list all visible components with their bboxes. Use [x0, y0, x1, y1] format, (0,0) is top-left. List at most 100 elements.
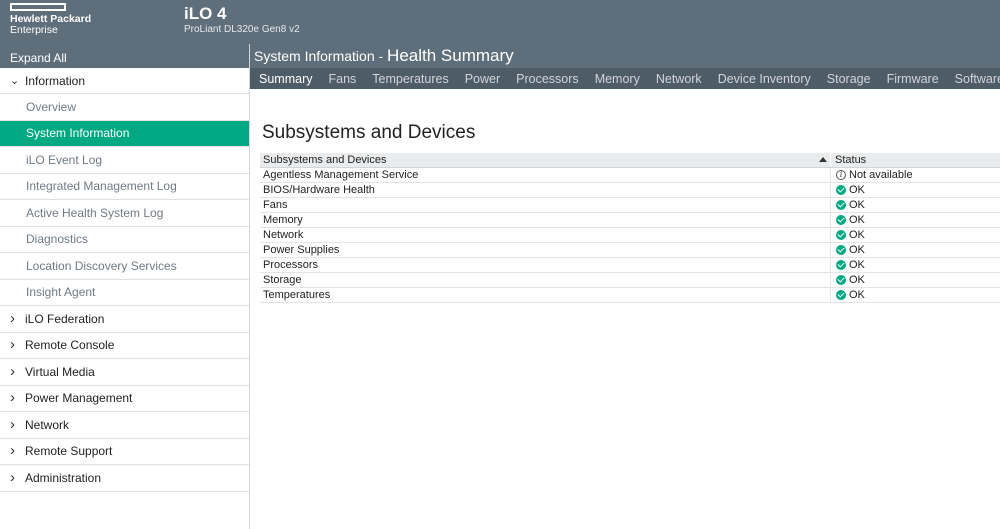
tab-storage[interactable]: Storage: [819, 72, 879, 86]
sidebar-item-integrated-management-log[interactable]: Integrated Management Log: [0, 174, 249, 200]
sidebar-nav: Expand All ⌄ Information Overview System In…: [0, 44, 250, 529]
page-title-main: Health Summary: [387, 46, 514, 65]
ok-check-icon: [836, 215, 846, 225]
status-text: OK: [849, 259, 865, 271]
sidebar-item-overview[interactable]: Overview: [0, 94, 249, 121]
tab-memory[interactable]: Memory: [587, 72, 648, 86]
status-cell: OK: [831, 258, 1000, 272]
sidebar-item-label: Virtual Media: [25, 364, 95, 379]
sidebar-item-remote-support[interactable]: › Remote Support: [0, 439, 249, 465]
hpe-logo[interactable]: Hewlett Packard Enterprise: [10, 3, 91, 36]
expand-all-link[interactable]: Expand All: [0, 44, 249, 68]
table-row: Temperatures OK: [260, 288, 1000, 303]
chevron-right-icon: ›: [10, 442, 15, 460]
status-text: OK: [849, 289, 865, 301]
sidebar-item-power-management[interactable]: › Power Management: [0, 386, 249, 412]
sidebar-item-network[interactable]: › Network: [0, 412, 249, 439]
sidebar-item-virtual-media[interactable]: › Virtual Media: [0, 359, 249, 386]
table-row: BIOS/Hardware Health OK: [260, 183, 1000, 198]
chevron-right-icon: ›: [10, 362, 15, 380]
subsystem-name: Power Supplies: [260, 243, 831, 257]
status-cell: OK: [831, 273, 1000, 287]
hpe-logo-mark: [10, 3, 66, 11]
info-icon: i: [836, 170, 846, 180]
table-row: Memory OK: [260, 213, 1000, 228]
column-header-subsystem[interactable]: Subsystems and Devices: [260, 153, 831, 167]
ok-check-icon: [836, 245, 846, 255]
status-text: OK: [849, 274, 865, 286]
status-cell: OK: [831, 288, 1000, 302]
status-text: OK: [849, 244, 865, 256]
sidebar-item-label: System Information: [26, 126, 130, 141]
status-text: Not available: [849, 169, 913, 181]
sidebar-item-label: Network: [25, 417, 70, 432]
sidebar-item-label: iLO Federation: [25, 311, 105, 326]
status-text: OK: [849, 229, 865, 241]
sidebar-item-label: Power Management: [25, 391, 133, 406]
ok-check-icon: [836, 290, 846, 300]
status-cell: OK: [831, 228, 1000, 242]
table-header: Subsystems and Devices Status: [260, 153, 1000, 168]
table-body: Agentless Management Service i Not availab…: [260, 168, 1000, 303]
nav-list: ⌄ Information Overview System Information iL…: [0, 68, 249, 492]
status-cell: OK: [831, 213, 1000, 227]
tab-software[interactable]: Software: [947, 72, 1000, 86]
chevron-right-icon: ›: [10, 389, 15, 407]
tab-firmware[interactable]: Firmware: [879, 72, 947, 86]
subsystem-name: BIOS/Hardware Health: [260, 183, 831, 197]
tab-power[interactable]: Power: [457, 72, 508, 86]
subsystem-name: Memory: [260, 213, 831, 227]
subsystem-name: Processors: [260, 258, 831, 272]
subsystem-name: Fans: [260, 198, 831, 212]
status-cell: i Not available: [831, 168, 1000, 182]
sidebar-item-active-health-system-log[interactable]: Active Health System Log: [0, 200, 249, 227]
subsystem-name: Temperatures: [260, 288, 831, 302]
status-text: OK: [849, 199, 865, 211]
tab-network[interactable]: Network: [648, 72, 710, 86]
chevron-right-icon: ›: [10, 309, 15, 327]
sort-ascending-icon[interactable]: [819, 157, 827, 162]
ok-check-icon: [836, 230, 846, 240]
subsystem-name: Network: [260, 228, 831, 242]
sidebar-item-information[interactable]: ⌄ Information: [0, 68, 249, 94]
tab-fans[interactable]: Fans: [320, 72, 364, 86]
status-text: OK: [849, 184, 865, 196]
chevron-right-icon: ›: [10, 336, 15, 354]
product-info: iLO 4 ProLiant DL320e Gen8 v2: [184, 4, 300, 36]
chevron-right-icon: ›: [10, 468, 15, 486]
table-row: Processors OK: [260, 258, 1000, 273]
section-heading: Subsystems and Devices: [262, 122, 476, 143]
tab-device-inventory[interactable]: Device Inventory: [710, 72, 819, 86]
brand-line2: Enterprise: [10, 24, 58, 36]
ok-check-icon: [836, 260, 846, 270]
tab-bar: Summary Fans Temperatures Power Processors Me…: [250, 68, 1000, 89]
sidebar-item-remote-console[interactable]: › Remote Console: [0, 333, 249, 359]
sidebar-item-label: Remote Console: [25, 338, 115, 353]
sidebar-item-ilo-federation[interactable]: › iLO Federation: [0, 306, 249, 333]
sidebar-item-ilo-event-log[interactable]: iLO Event Log: [0, 147, 249, 174]
sidebar-item-administration[interactable]: › Administration: [0, 465, 249, 492]
sidebar-item-location-discovery-services[interactable]: Location Discovery Services: [0, 253, 249, 280]
table-row: Fans OK: [260, 198, 1000, 213]
server-model: ProLiant DL320e Gen8 v2: [184, 24, 300, 35]
tab-temperatures[interactable]: Temperatures: [364, 72, 456, 86]
health-summary-table: Subsystems and Devices Status Agentless …: [260, 153, 1000, 303]
chevron-right-icon: ›: [10, 415, 15, 433]
sidebar-item-label: Overview: [26, 99, 77, 114]
sidebar-item-label: Integrated Management Log: [26, 179, 177, 194]
table-row: Storage OK: [260, 273, 1000, 288]
tab-summary[interactable]: Summary: [250, 72, 320, 86]
status-text: OK: [849, 214, 865, 226]
table-row: Power Supplies OK: [260, 243, 1000, 258]
column-header-status[interactable]: Status: [831, 153, 1000, 167]
column-header-subsystem-label: Subsystems and Devices: [263, 154, 387, 166]
sidebar-item-system-information[interactable]: System Information: [0, 120, 249, 147]
table-row: Agentless Management Service i Not availab…: [260, 168, 1000, 183]
sidebar-item-label: Remote Support: [25, 444, 113, 459]
sidebar-item-label: Insight Agent: [26, 285, 96, 300]
app-header: Hewlett Packard Enterprise iLO 4 ProLian…: [0, 0, 1000, 44]
product-name: iLO 4: [184, 4, 227, 23]
sidebar-item-diagnostics[interactable]: Diagnostics: [0, 227, 249, 253]
sidebar-item-insight-agent[interactable]: Insight Agent: [0, 280, 249, 306]
tab-processors[interactable]: Processors: [508, 72, 587, 86]
